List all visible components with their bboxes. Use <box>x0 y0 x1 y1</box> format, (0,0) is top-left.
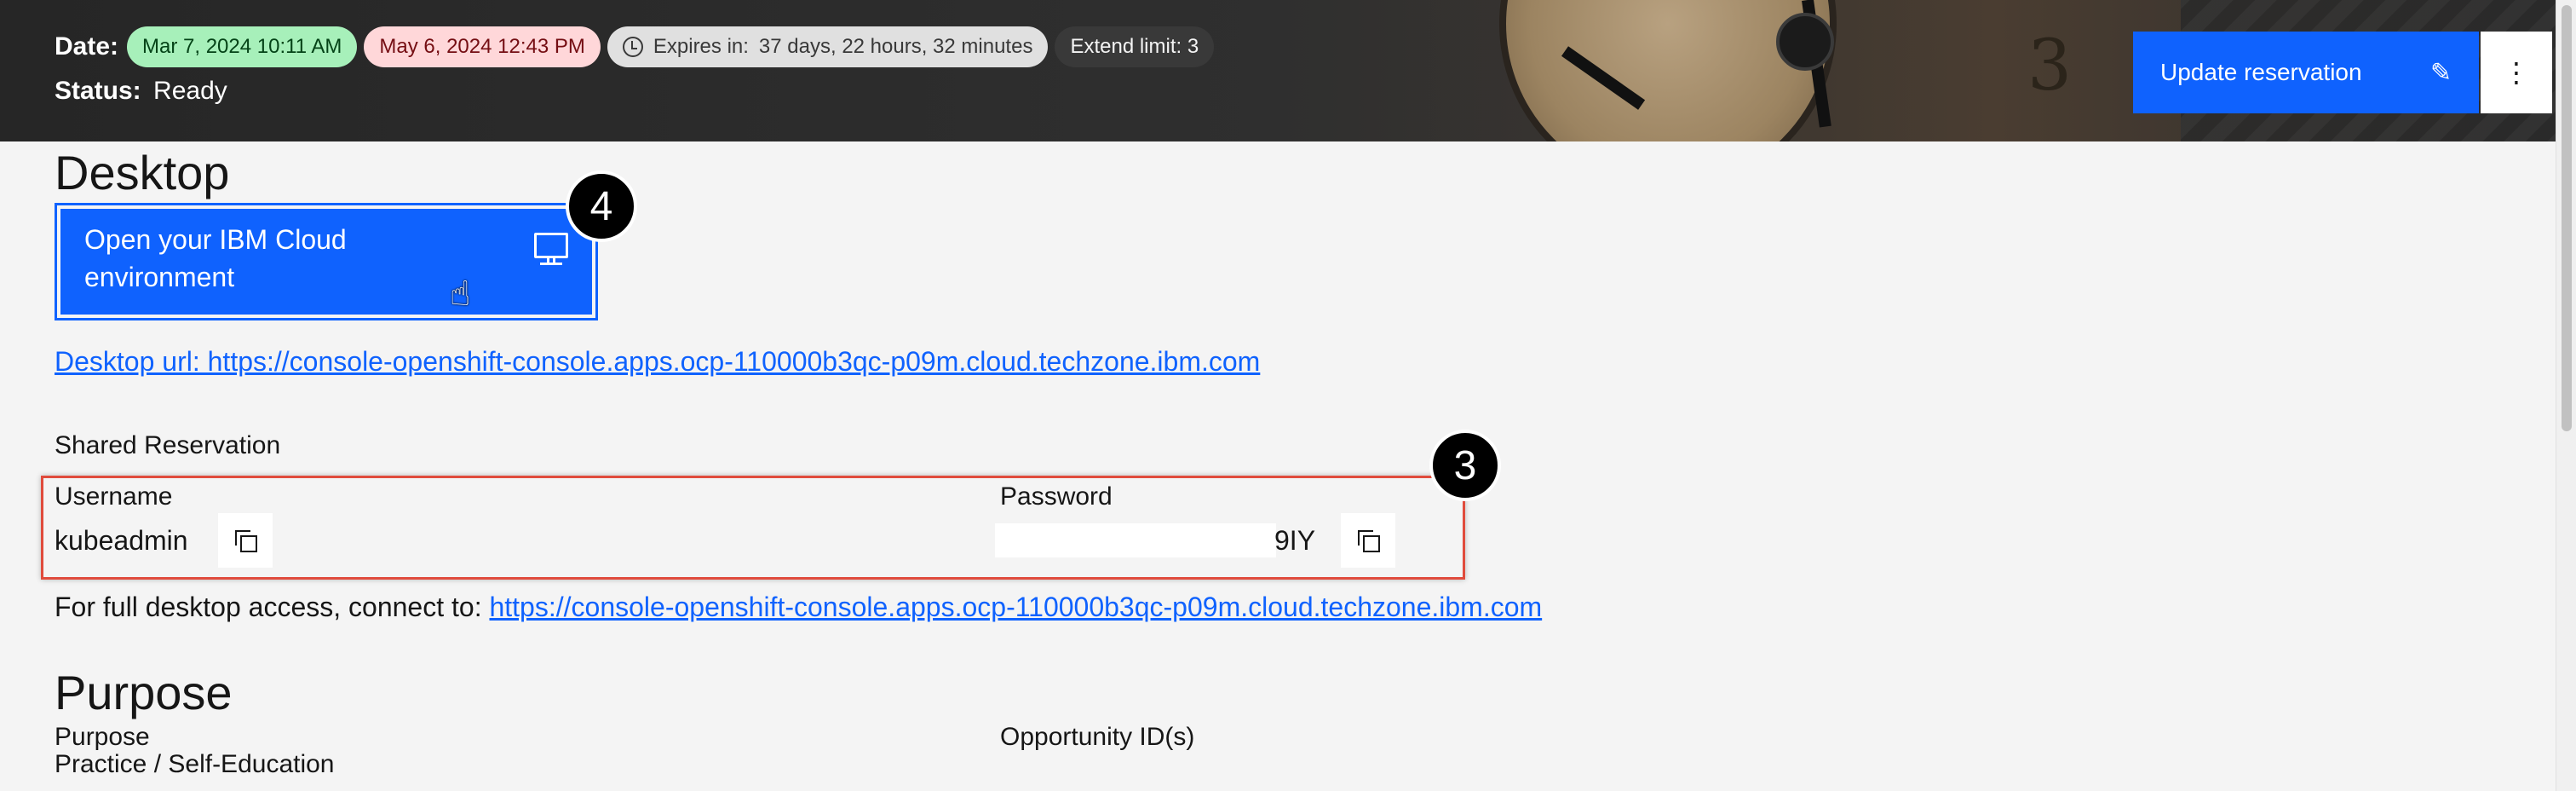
extend-limit-tag: Extend limit: 3 <box>1055 26 1215 67</box>
alarm-clock-icon <box>622 37 643 57</box>
date-row: Date: Mar 7, 2024 10:11 AM May 6, 2024 1… <box>55 26 1221 68</box>
open-environment-label: Open your IBM Cloud environment <box>84 224 347 292</box>
desktop-heading: Desktop <box>55 146 230 199</box>
password-value: 9IY <box>1274 525 1316 556</box>
expires-prefix: Expires in: <box>653 35 749 58</box>
overflow-menu-button[interactable]: ⋮ <box>2481 32 2552 113</box>
copy-password-button[interactable] <box>1341 513 1395 568</box>
hand-pointer-cursor-icon: ☝ <box>450 275 471 313</box>
purpose-label: Purpose <box>55 723 150 751</box>
open-environment-focus-ring: Open your IBM Cloud environment <box>55 203 598 320</box>
username-value: kubeadmin <box>55 525 188 556</box>
date-label: Date: <box>55 32 119 61</box>
open-environment-button[interactable]: Open your IBM Cloud environment <box>60 209 592 315</box>
username-label: Username <box>55 482 173 511</box>
update-reservation-button[interactable]: Update reservation ✎ <box>2133 32 2479 113</box>
purpose-value: Practice / Self-Education <box>55 750 335 778</box>
status-row: Status: Ready <box>55 77 227 106</box>
scrollbar-thumb[interactable] <box>2562 5 2572 431</box>
overflow-menu-icon: ⋮ <box>2503 57 2530 88</box>
edit-icon: ✎ <box>2429 58 2452 87</box>
copy-icon <box>235 530 257 552</box>
copy-icon <box>1358 530 1380 552</box>
end-date-tag: May 6, 2024 12:43 PM <box>364 26 601 67</box>
opportunity-ids-label: Opportunity ID(s) <box>1000 723 1195 751</box>
expires-tag: Expires in: 37 days, 22 hours, 32 minute… <box>607 26 1049 67</box>
password-label: Password <box>1000 482 1113 511</box>
step-badge-3: 3 <box>1429 430 1501 501</box>
full-access-link[interactable]: https://console-openshift-console.apps.o… <box>489 592 1542 622</box>
clock-hub <box>1776 13 1834 71</box>
desktop-url-link[interactable]: Desktop url: https://console-openshift-c… <box>55 346 1260 378</box>
status-label: Status: <box>55 77 141 105</box>
full-access-prefix: For full desktop access, connect to: <box>55 592 490 622</box>
step-badge-4: 4 <box>566 170 637 242</box>
monitor-icon <box>534 233 568 265</box>
page-scrollbar[interactable] <box>2556 0 2576 791</box>
shared-reservation-label: Shared Reservation <box>55 431 281 459</box>
clock-numeral: 3 <box>2027 26 2073 107</box>
purpose-heading: Purpose <box>55 666 233 719</box>
full-access-line: For full desktop access, connect to: htt… <box>55 592 1542 623</box>
status-value: Ready <box>153 77 227 105</box>
copy-username-button[interactable] <box>218 513 273 568</box>
update-reservation-label: Update reservation <box>2160 59 2362 85</box>
start-date-tag: Mar 7, 2024 10:11 AM <box>127 26 358 67</box>
expires-value: 37 days, 22 hours, 32 minutes <box>758 35 1033 58</box>
password-redaction <box>995 523 1276 557</box>
